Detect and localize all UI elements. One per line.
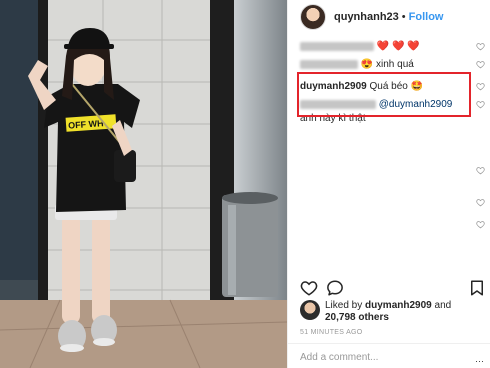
post-photo-image: OFF WH [0,0,287,368]
add-comment-input[interactable]: Add a comment... [300,352,378,363]
comment-like-icon[interactable] [476,60,485,69]
likes-prefix: Liked by [325,300,363,311]
liker-avatar[interactable] [300,300,320,320]
comment-text: ❤️ ❤️ ❤️ [376,41,420,52]
post-timestamp[interactable]: 51 MINUTES AGO [300,329,363,336]
author-username[interactable]: quynhanh23 [334,11,399,23]
liker-username[interactable]: duymanh2909 [365,300,432,311]
comment-item: ❤️ ❤️ ❤️ [288,38,490,56]
avatar[interactable] [300,4,326,30]
post-header: quynhanh23 • Follow [288,0,490,34]
post-sidebar: quynhanh23 • Follow ❤️ ❤️ ❤️ 😍 xinh quá … [287,0,490,368]
emoji: 😍 [360,59,374,70]
comment-like-icon[interactable] [476,100,485,109]
post-photo[interactable]: OFF WH [0,0,287,368]
likes-text: Liked by duymanh2909 and 20,798 others [325,300,451,324]
header-separator: • [401,11,406,23]
likes-count[interactable]: 20,798 others [325,312,389,323]
heart-icon[interactable] [300,279,318,297]
comment-like-icon[interactable] [476,198,485,207]
comment-like-icon[interactable] [476,166,485,175]
comment-like-icon[interactable] [476,220,485,229]
divider [288,343,490,344]
blurred-username [300,59,358,69]
comment-like-icon[interactable] [476,42,485,51]
more-options-icon[interactable]: ··· [475,356,484,366]
instagram-post: OFF WH quynhanh23 • Follow ❤️ ❤️ ❤️ 😍 xi… [0,0,490,368]
follow-button[interactable]: Follow [409,11,444,23]
comment-icon[interactable] [326,279,344,297]
comment-like-icon[interactable] [476,82,485,91]
likes-joiner: and [434,300,452,311]
bookmark-icon[interactable] [468,279,486,297]
comment-text: xinh quá [376,59,414,70]
highlight-box [297,72,471,117]
likes-summary: Liked by duymanh2909 and 20,798 others [300,300,451,324]
blurred-username [300,41,374,51]
action-bar [288,277,490,301]
